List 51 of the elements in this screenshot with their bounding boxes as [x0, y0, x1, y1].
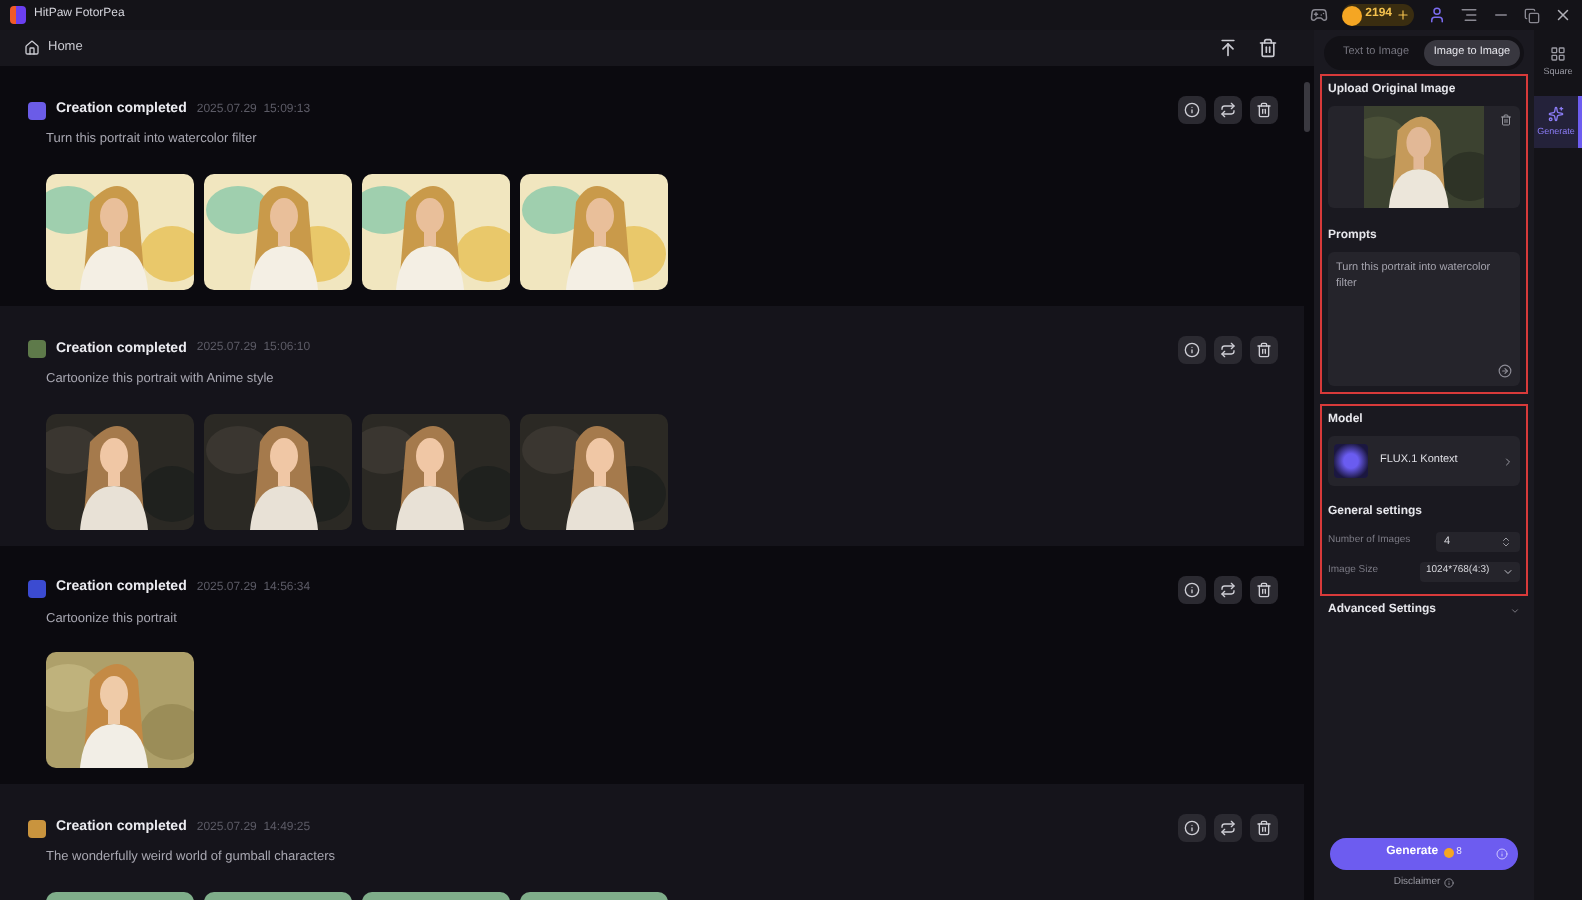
coin-icon	[1444, 848, 1455, 858]
trash-icon	[1256, 820, 1272, 837]
sparkles-icon	[1548, 105, 1564, 122]
repeat-icon	[1220, 341, 1236, 358]
info-button[interactable]	[1178, 96, 1206, 124]
avatar-icon	[28, 101, 46, 119]
info-button[interactable]	[1178, 814, 1206, 843]
scrollbar[interactable]	[1304, 82, 1310, 132]
trash-icon[interactable]	[1258, 38, 1278, 58]
model-thumbnail-icon	[1334, 444, 1368, 478]
upload-icon[interactable]	[1218, 38, 1238, 58]
restore-icon[interactable]	[1524, 7, 1540, 23]
info-icon	[1444, 877, 1455, 888]
close-icon[interactable]	[1554, 6, 1572, 24]
trash-icon	[1256, 341, 1272, 358]
info-icon	[1184, 102, 1200, 118]
game-controller-icon[interactable]	[1309, 6, 1328, 24]
info-icon	[1496, 847, 1508, 859]
home-icon[interactable]	[24, 40, 40, 56]
plus-icon	[1396, 8, 1410, 22]
regenerate-button[interactable]	[1214, 814, 1242, 843]
chevron-down-icon	[1502, 566, 1514, 578]
info-icon	[1184, 820, 1200, 837]
regenerate-button[interactable]	[1214, 335, 1242, 364]
info-button[interactable]	[1178, 335, 1206, 364]
avatar-icon	[28, 340, 46, 359]
repeat-icon	[1220, 581, 1236, 597]
repeat-icon	[1220, 820, 1236, 837]
submit-icon[interactable]	[1498, 364, 1512, 378]
chevron-down-icon	[1510, 606, 1520, 616]
info-button[interactable]	[1178, 575, 1206, 603]
delete-button[interactable]	[1250, 96, 1278, 124]
regenerate-button[interactable]	[1214, 96, 1242, 124]
coin-icon	[1341, 5, 1362, 25]
app-logo-icon	[10, 6, 26, 24]
trash-icon	[1256, 102, 1272, 118]
repeat-icon	[1220, 102, 1236, 118]
avatar-icon	[28, 580, 46, 598]
trash-icon	[1256, 581, 1272, 597]
delete-button[interactable]	[1250, 575, 1278, 603]
grid-icon	[1550, 45, 1566, 62]
account-icon[interactable]	[1428, 6, 1446, 24]
delete-button[interactable]	[1250, 814, 1278, 843]
chevron-right-icon	[1502, 455, 1514, 467]
info-icon	[1184, 581, 1200, 597]
delete-button[interactable]	[1250, 335, 1278, 364]
menu-icon[interactable]	[1460, 6, 1478, 24]
info-icon	[1184, 341, 1200, 358]
delete-image-icon[interactable]	[1500, 114, 1512, 126]
regenerate-button[interactable]	[1214, 575, 1242, 603]
avatar-icon	[28, 819, 46, 838]
